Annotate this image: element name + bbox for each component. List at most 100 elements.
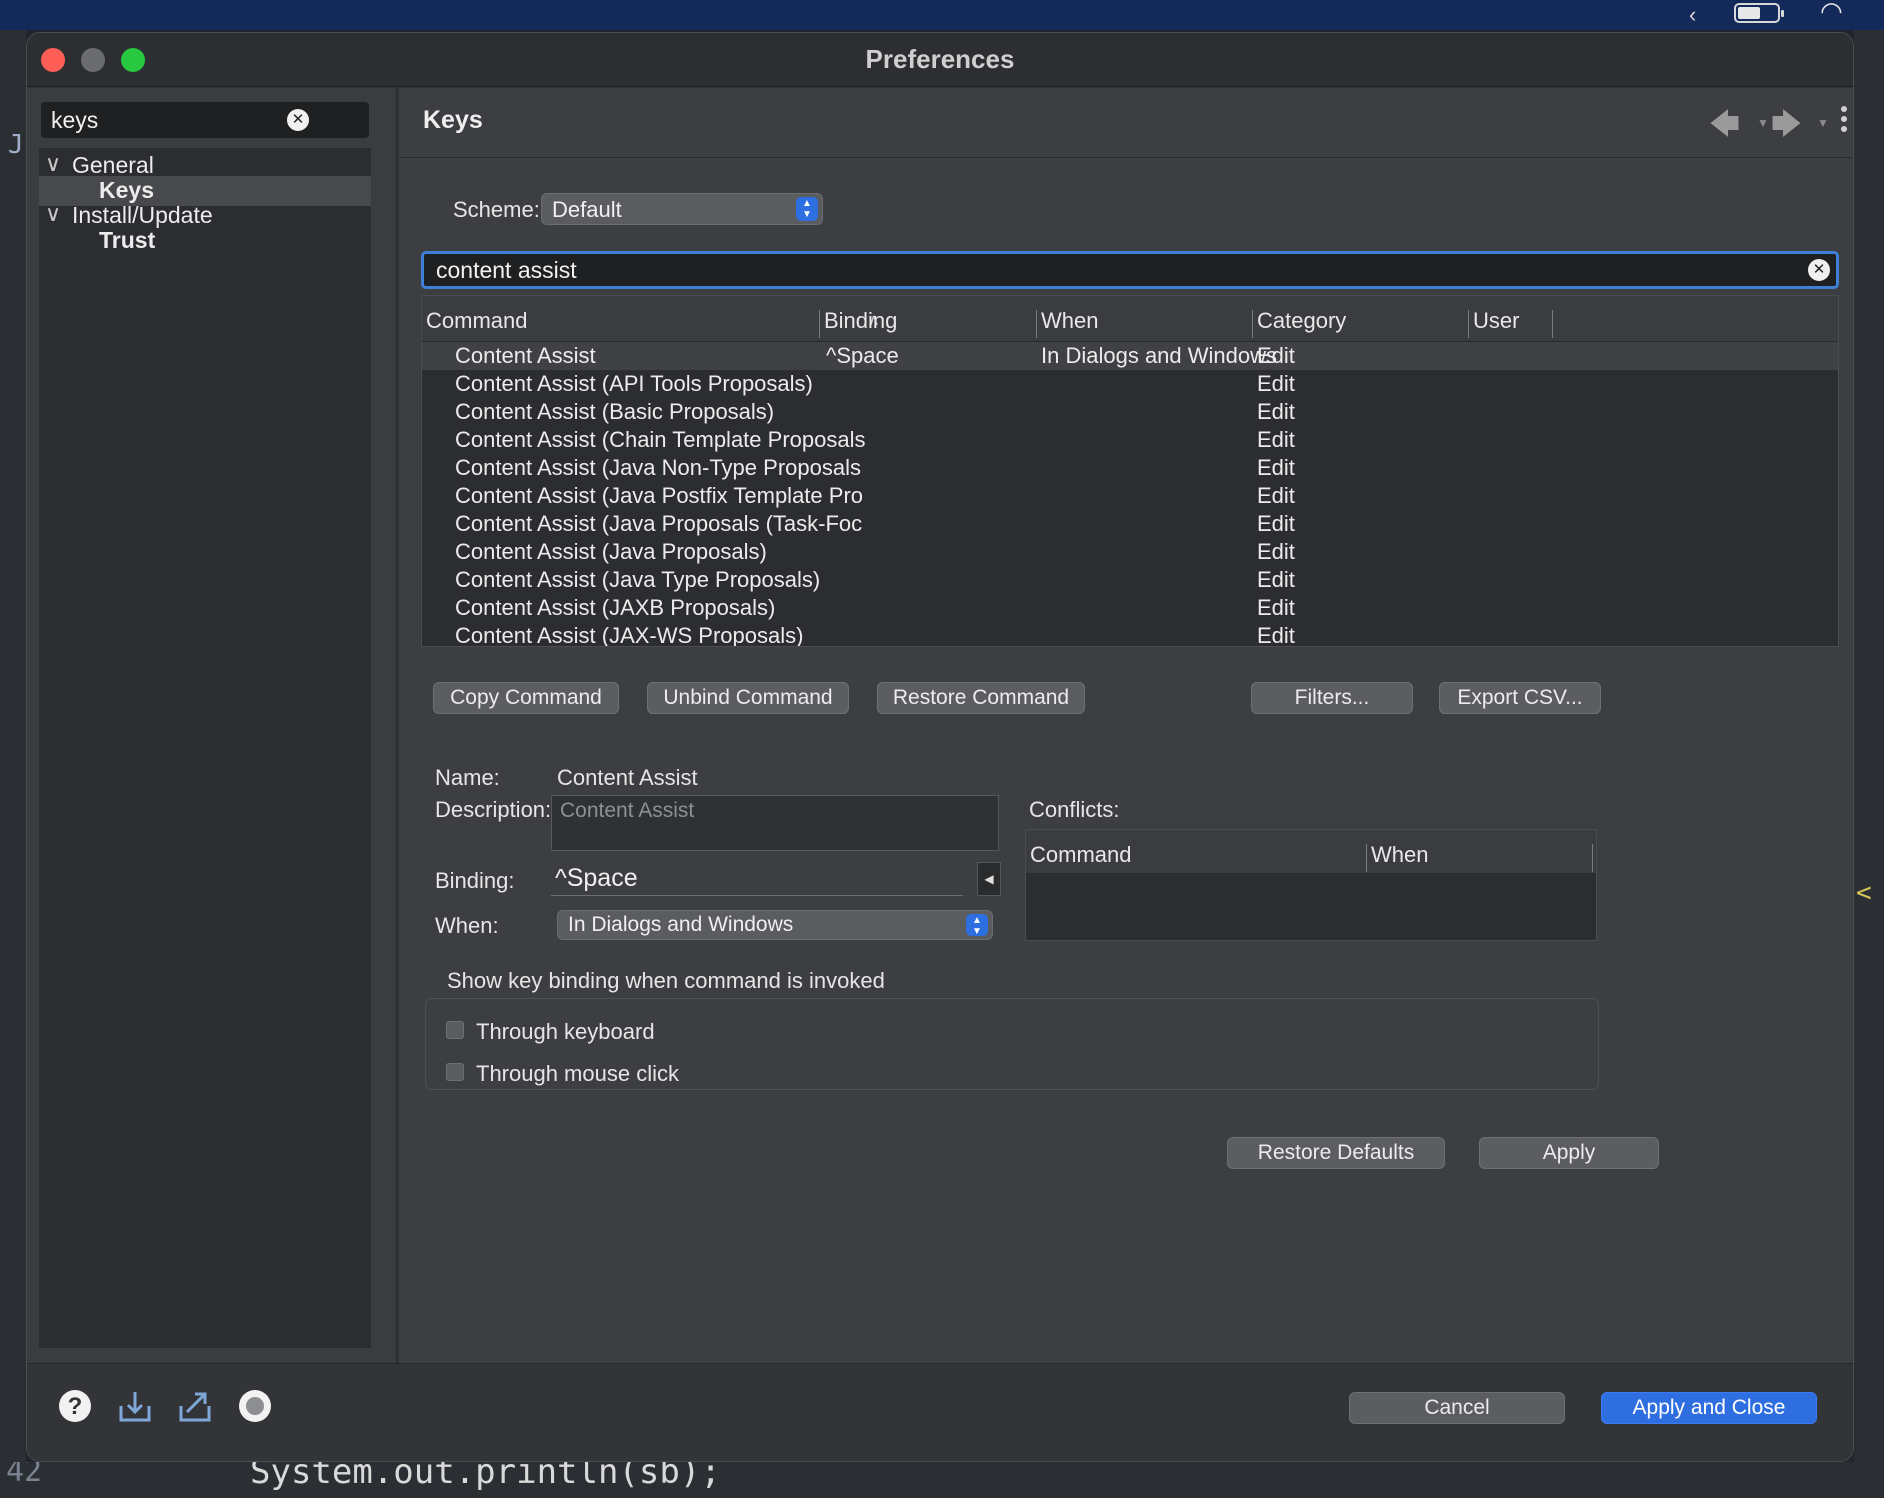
commands-table: Command ∧ Binding When Category User Con… xyxy=(421,295,1839,647)
help-icon[interactable]: ? xyxy=(57,1388,93,1424)
table-header: Command When xyxy=(1026,830,1596,874)
binding-input[interactable]: ^Space xyxy=(551,862,963,896)
column-separator[interactable] xyxy=(1552,310,1553,338)
cell-command: Content Assist (Java Type Proposals) xyxy=(455,567,821,592)
tree-item-trust[interactable]: Trust xyxy=(39,226,371,256)
export-csv-button[interactable]: Export CSV... xyxy=(1439,682,1601,714)
view-menu-icon[interactable] xyxy=(1841,106,1847,136)
when-value: In Dialogs and Windows xyxy=(568,913,794,936)
column-header-command[interactable]: Command xyxy=(426,308,527,334)
conflicts-label: Conflicts: xyxy=(1029,797,1120,822)
column-header-when[interactable]: When xyxy=(1041,308,1098,334)
apply-and-close-button[interactable]: Apply and Close xyxy=(1601,1392,1817,1424)
editor-marker-icon: J xyxy=(8,130,24,160)
copy-command-button[interactable]: Copy Command xyxy=(433,682,619,714)
svg-text:?: ? xyxy=(68,1393,83,1420)
column-header-user[interactable]: User xyxy=(1473,308,1519,334)
table-row[interactable]: Content Assist (API Tools Proposals) Edi… xyxy=(422,370,1838,398)
command-search-input[interactable] xyxy=(436,254,1736,286)
cell-category: Edit xyxy=(1257,567,1295,592)
table-header: Command ∧ Binding When Category User xyxy=(422,296,1838,342)
column-separator[interactable] xyxy=(1036,310,1037,338)
column-separator[interactable] xyxy=(1252,310,1253,338)
column-header-category[interactable]: Category xyxy=(1257,308,1346,334)
cell-binding: ^Space xyxy=(826,343,899,368)
chevron-down-icon[interactable]: ∨ xyxy=(45,201,61,227)
cell-category: Edit xyxy=(1257,455,1295,480)
cell-category: Edit xyxy=(1257,623,1295,647)
tree-item-label: Keys xyxy=(99,177,154,203)
table-row[interactable]: Content Assist (Java Type Proposals) Edi… xyxy=(422,566,1838,594)
table-row[interactable]: Content Assist (Java Postfix Template Pr… xyxy=(422,482,1838,510)
cell-command: Content Assist (Java Proposals (Task-Foc xyxy=(455,511,863,536)
page-header: Keys 🡄 ▼ 🡆 ▼ xyxy=(399,88,1853,158)
cell-category: Edit xyxy=(1257,427,1295,452)
apply-button[interactable]: Apply xyxy=(1479,1137,1659,1169)
column-header-binding[interactable]: Binding xyxy=(824,308,897,334)
cell-category: Edit xyxy=(1257,371,1295,396)
filters-button[interactable]: Filters... xyxy=(1251,682,1413,714)
conflicts-table: Command When xyxy=(1025,829,1597,941)
command-search-field: ✕ xyxy=(421,251,1839,289)
editor-fragment-icon: < xyxy=(1856,878,1872,908)
background-editor-right: < xyxy=(1854,30,1884,1498)
table-row[interactable]: Content Assist (Java Proposals (Task-Foc… xyxy=(422,510,1838,538)
table-row[interactable]: Content Assist (JAX-WS Proposals) Edit xyxy=(422,622,1838,647)
chevron-left-icon[interactable]: ‹ xyxy=(1689,2,1696,28)
tree-item-label: Trust xyxy=(99,227,156,253)
forward-arrow-icon[interactable]: 🡆 xyxy=(1771,102,1802,153)
scheme-select[interactable]: Default ▲ ▼ xyxy=(541,193,823,225)
chevron-down-icon[interactable]: ∨ xyxy=(45,151,61,177)
forward-dropdown-icon[interactable]: ▼ xyxy=(1817,116,1829,130)
table-row[interactable]: Content Assist (Java Proposals) Edit xyxy=(422,538,1838,566)
cell-command: Content Assist (Java Non-Type Proposals xyxy=(455,455,861,480)
filter-field: ✕ xyxy=(41,102,369,138)
show-binding-title: Show key binding when command is invoked xyxy=(447,968,885,993)
unbind-command-button[interactable]: Unbind Command xyxy=(647,682,849,714)
column-separator[interactable] xyxy=(1468,310,1469,338)
export-icon[interactable] xyxy=(177,1388,213,1424)
wifi-icon[interactable]: ◠ xyxy=(1820,0,1843,27)
binding-label: Binding: xyxy=(435,868,515,893)
cell-command: Content Assist (Java Proposals) xyxy=(455,539,767,564)
page-title: Keys xyxy=(423,106,483,134)
back-dropdown-icon[interactable]: ▼ xyxy=(1757,116,1769,130)
description-value: Content Assist xyxy=(560,799,695,822)
restore-defaults-button[interactable]: Restore Defaults xyxy=(1227,1137,1445,1169)
macos-menubar: ‹ ◠ xyxy=(0,0,1884,30)
tree-item-label: Install/Update xyxy=(72,202,213,228)
when-select[interactable]: In Dialogs and Windows ▲ ▼ xyxy=(557,910,993,940)
through-keyboard-checkbox[interactable] xyxy=(446,1021,464,1039)
column-header-command[interactable]: Command xyxy=(1030,842,1131,868)
table-row[interactable]: Content Assist (JAXB Proposals) Edit xyxy=(422,594,1838,622)
import-icon[interactable] xyxy=(117,1388,153,1424)
record-icon[interactable] xyxy=(237,1388,273,1424)
column-separator[interactable] xyxy=(1592,844,1593,872)
battery-icon[interactable] xyxy=(1734,3,1784,23)
cancel-button[interactable]: Cancel xyxy=(1349,1392,1565,1424)
clear-filter-icon[interactable]: ✕ xyxy=(287,109,309,131)
show-binding-group: Through keyboard Through mouse click xyxy=(425,998,1599,1090)
cell-category: Edit xyxy=(1257,343,1295,368)
column-separator[interactable] xyxy=(1366,844,1367,872)
tree-item-label: General xyxy=(72,152,154,178)
clear-search-icon[interactable]: ✕ xyxy=(1808,259,1830,281)
restore-command-button[interactable]: Restore Command xyxy=(877,682,1085,714)
table-row[interactable]: Content Assist (Java Non-Type Proposals … xyxy=(422,454,1838,482)
background-editor-gutter: J xyxy=(0,30,26,1498)
table-row[interactable]: Content Assist (Basic Proposals) Edit xyxy=(422,398,1838,426)
table-row[interactable]: Content Assist (Chain Template Proposals… xyxy=(422,426,1838,454)
cell-when: In Dialogs and Windows xyxy=(1041,343,1278,368)
cell-command: Content Assist xyxy=(455,343,596,368)
preferences-navigation: ✕ ∨ General Keys ∨ Install/Update Trust xyxy=(27,88,397,1363)
select-stepper-icon: ▲ ▼ xyxy=(796,197,818,221)
cell-command: Content Assist (Java Postfix Template Pr… xyxy=(455,483,863,508)
description-field[interactable]: Content Assist xyxy=(551,795,999,851)
column-header-when[interactable]: When xyxy=(1371,842,1428,868)
binding-menu-icon[interactable]: ◀ xyxy=(977,862,1001,896)
table-row[interactable]: Content Assist ^Space In Dialogs and Win… xyxy=(422,342,1838,370)
through-mouse-checkbox[interactable] xyxy=(446,1063,464,1081)
column-separator[interactable] xyxy=(819,310,820,338)
cell-command: Content Assist (JAXB Proposals) xyxy=(455,595,776,620)
back-arrow-icon[interactable]: 🡄 xyxy=(1709,102,1740,153)
